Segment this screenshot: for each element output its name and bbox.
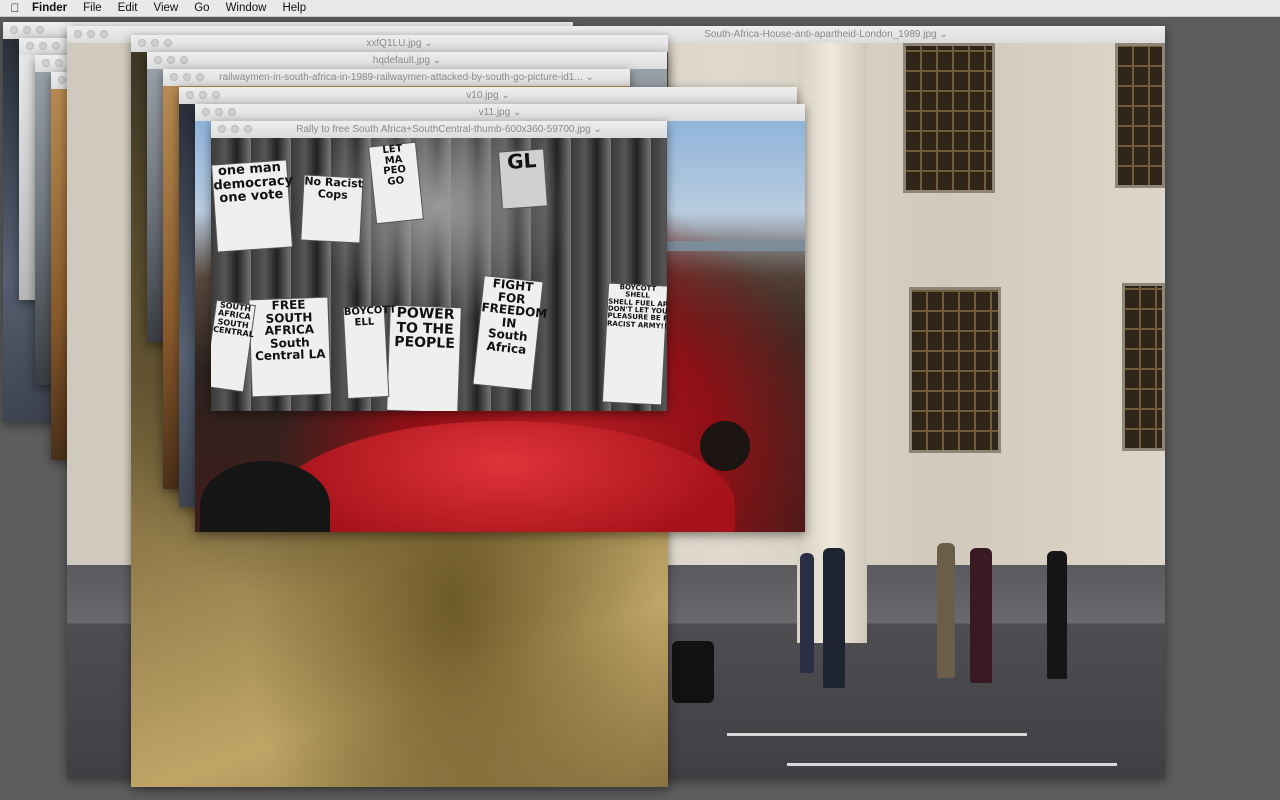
red-car: [275, 421, 735, 532]
minimize-icon[interactable]: [183, 73, 191, 81]
pedestrian: [800, 553, 814, 673]
road: [665, 241, 805, 251]
close-icon[interactable]: [58, 76, 66, 84]
close-icon[interactable]: [202, 108, 210, 116]
chevron-down-icon[interactable]: ⌄: [433, 55, 441, 66]
window-title: hqdefault.jpg: [372, 55, 431, 66]
placard: BOYCOTT SHELL SHELL FUEL APARTHEID DON'T…: [602, 283, 667, 405]
minimize-icon[interactable]: [231, 125, 239, 133]
placard: FREE SOUTH AFRICA South Central LA: [249, 297, 331, 397]
window-titlebar[interactable]: hqdefault.jpg ⌄: [147, 52, 667, 70]
menu-file[interactable]: File: [75, 0, 110, 16]
window-titlebar[interactable]: Rally to free South Africa+SouthCentral-…: [211, 121, 667, 139]
bin-bag: [672, 641, 714, 703]
minimize-icon[interactable]: [55, 59, 63, 67]
close-icon[interactable]: [138, 39, 146, 47]
preview-window-rally[interactable]: Rally to free South Africa+SouthCentral-…: [211, 121, 667, 411]
child-head: [700, 421, 750, 471]
window-titlebar[interactable]: xxfQ1LU.jpg ⌄: [131, 35, 668, 53]
building-window: [1122, 283, 1165, 451]
pedestrian: [937, 543, 955, 678]
minimize-icon[interactable]: [39, 42, 47, 50]
minimize-icon[interactable]: [215, 108, 223, 116]
zoom-icon[interactable]: [228, 108, 236, 116]
zoom-icon[interactable]: [196, 73, 204, 81]
close-icon[interactable]: [42, 59, 50, 67]
road-marking: [787, 763, 1117, 766]
close-icon[interactable]: [218, 125, 226, 133]
placard: one man democracy one vote: [212, 160, 293, 252]
zoom-icon[interactable]: [100, 30, 108, 38]
menu-go[interactable]: Go: [186, 0, 217, 16]
window-title: railwaymen-in-south-africa-in-1989-railw…: [219, 72, 583, 83]
window-titlebar[interactable]: railwaymen-in-south-africa-in-1989-railw…: [163, 69, 630, 87]
zoom-icon[interactable]: [180, 56, 188, 64]
window-titlebar[interactable]: v11.jpg ⌄: [195, 104, 805, 122]
apple-menu-icon[interactable]: : [0, 1, 30, 15]
window-title: v11.jpg: [478, 107, 511, 118]
building-window: [909, 287, 1001, 453]
zoom-icon[interactable]: [36, 26, 44, 34]
chevron-down-icon[interactable]: ⌄: [513, 107, 521, 118]
close-icon[interactable]: [74, 30, 82, 38]
placard: No Racist Cops: [301, 175, 363, 243]
chevron-down-icon[interactable]: ⌄: [501, 90, 509, 101]
placard: GL: [499, 148, 547, 209]
minimize-icon[interactable]: [87, 30, 95, 38]
pedestrian: [823, 548, 845, 688]
pedestrian: [1047, 551, 1067, 679]
menu-view[interactable]: View: [146, 0, 187, 16]
window-title: v10.jpg: [466, 90, 499, 101]
zoom-icon[interactable]: [244, 125, 252, 133]
close-icon[interactable]: [10, 26, 18, 34]
minimize-icon[interactable]: [151, 39, 159, 47]
placard: POWER TO THE PEOPLE: [387, 305, 461, 411]
placard: BOYCOTT ELL: [344, 304, 396, 398]
menu-edit[interactable]: Edit: [110, 0, 146, 16]
window-title: Rally to free South Africa+SouthCentral-…: [296, 124, 591, 135]
close-icon[interactable]: [154, 56, 162, 64]
menu-app-finder[interactable]: Finder: [30, 0, 75, 16]
building-window: [903, 43, 995, 193]
placard: LET MA PEO GO: [369, 142, 423, 224]
menu-help[interactable]: Help: [274, 0, 314, 16]
chevron-down-icon[interactable]: ⌄: [585, 72, 593, 83]
pedestrian: [970, 548, 992, 683]
window-titlebar[interactable]: v10.jpg ⌄: [179, 87, 797, 105]
minimize-icon[interactable]: [167, 56, 175, 64]
zoom-icon[interactable]: [52, 42, 60, 50]
zoom-icon[interactable]: [164, 39, 172, 47]
menu-bar:  Finder File Edit View Go Window Help: [0, 0, 1280, 17]
menu-window[interactable]: Window: [218, 0, 275, 16]
chevron-down-icon[interactable]: ⌄: [593, 124, 601, 135]
road-marking: [727, 733, 1027, 736]
chevron-down-icon[interactable]: ⌄: [424, 38, 432, 49]
close-icon[interactable]: [170, 73, 178, 81]
building-window: [1115, 43, 1165, 188]
minimize-icon[interactable]: [199, 91, 207, 99]
close-icon[interactable]: [186, 91, 194, 99]
close-icon[interactable]: [26, 42, 34, 50]
placard: FIGHT FOR FREEDOM IN South Africa: [473, 276, 548, 390]
chevron-down-icon[interactable]: ⌄: [939, 29, 947, 40]
zoom-icon[interactable]: [212, 91, 220, 99]
window-title: xxfQ1LU.jpg: [366, 38, 422, 49]
minimize-icon[interactable]: [23, 26, 31, 34]
